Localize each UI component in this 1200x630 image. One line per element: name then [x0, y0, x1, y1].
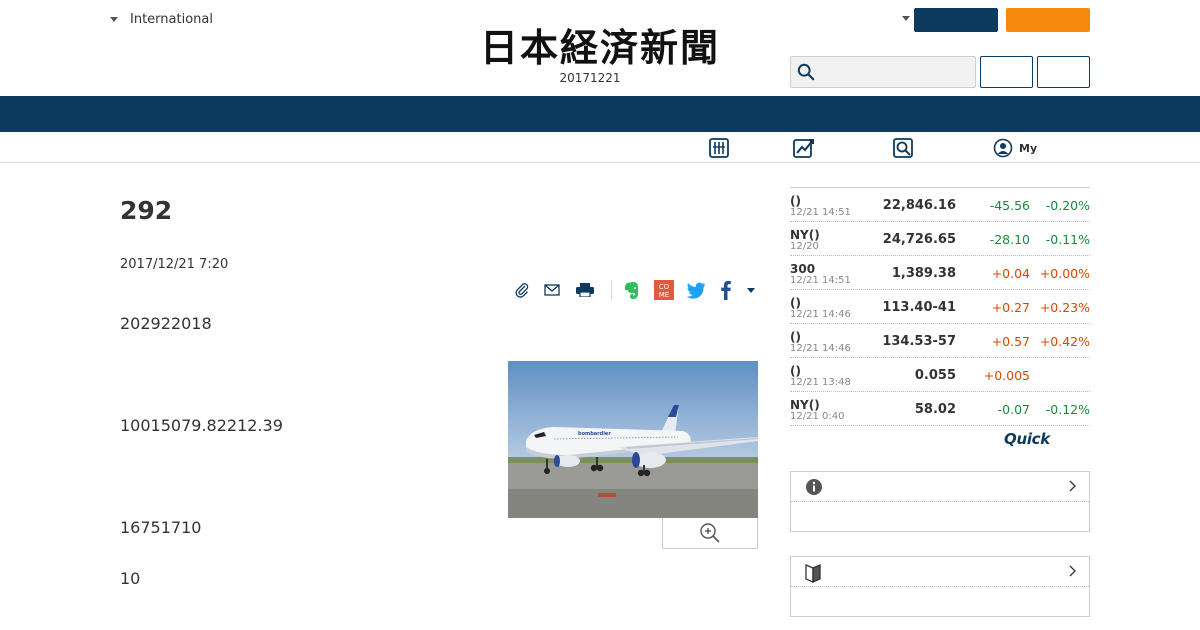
sidebar-box-header[interactable]: [791, 557, 1089, 587]
chevron-right-icon: [1069, 480, 1076, 492]
evernote-icon[interactable]: [622, 278, 642, 302]
subnav-search[interactable]: [892, 137, 914, 159]
market-time: 12/21 14:46: [790, 309, 851, 320]
market-change-pct: +0.42%: [1039, 334, 1090, 349]
market-value: 24,726.65: [882, 232, 956, 247]
market-change: -45.56: [989, 198, 1030, 213]
twitter-icon[interactable]: [684, 278, 708, 302]
site-logo[interactable]: 日本経済新聞: [452, 28, 748, 68]
market-name: (): [790, 296, 801, 310]
subnav-my-label: My: [1019, 141, 1038, 155]
article-date: 2017/12/21 7:20: [120, 257, 229, 272]
market-name: (): [790, 330, 801, 344]
chart-trend-icon: [793, 139, 814, 158]
market-row[interactable]: () 12/21 14:51 22,846.16 -45.56 -0.20%: [790, 188, 1090, 222]
svg-text:CO: CO: [659, 283, 670, 291]
header-button-2[interactable]: [1037, 56, 1090, 88]
search-doc-icon: [893, 138, 913, 158]
newspaper-grid-icon: [709, 138, 729, 158]
region-label: International: [130, 12, 213, 27]
caret-down-icon: [110, 17, 118, 22]
info-icon: [806, 479, 822, 495]
facebook-icon[interactable]: [716, 278, 736, 302]
print-icon[interactable]: [574, 278, 596, 302]
mail-icon[interactable]: [542, 278, 562, 302]
sidebar-box-header[interactable]: [791, 472, 1089, 502]
article-paragraph: 10: [120, 569, 141, 588]
subnav-markets[interactable]: [792, 137, 816, 159]
market-name: NY(): [790, 398, 820, 412]
market-time: 12/21 14:51: [790, 207, 851, 218]
market-value: 1,389.38: [891, 266, 956, 281]
market-row[interactable]: 300 12/21 14:51 1,389.38 +0.04 +0.00%: [790, 256, 1090, 290]
caret-down-icon[interactable]: [902, 16, 910, 21]
market-row[interactable]: () 12/21 14:46 134.53-57 +0.57 +0.42%: [790, 324, 1090, 358]
come-icon[interactable]: CO ME: [653, 278, 675, 302]
main-nav-bar: [0, 96, 1200, 132]
market-value: 0.055: [914, 368, 956, 383]
search-box[interactable]: [790, 56, 976, 88]
article-paragraph: 16751710: [120, 518, 202, 537]
market-name: (): [790, 364, 801, 378]
market-change-pct: -0.12%: [1045, 402, 1090, 417]
header-button-1[interactable]: [980, 56, 1033, 88]
market-time: 12/21 14:51: [790, 275, 851, 286]
market-change: +0.005: [983, 368, 1030, 383]
market-name: 300: [790, 262, 816, 276]
market-data-table: () 12/21 14:51 22,846.16 -45.56 -0.20% NY() 12…: [790, 187, 1090, 426]
article-photo[interactable]: bombardier: [508, 361, 758, 518]
search-input[interactable]: [821, 59, 971, 85]
photo-zoom-button[interactable]: [662, 518, 758, 549]
market-time: 12/21 0:40: [790, 411, 845, 422]
chevron-right-icon: [1069, 565, 1076, 577]
market-change: +0.04: [991, 266, 1030, 281]
market-change-pct: +0.00%: [1039, 266, 1090, 281]
market-value: 134.53-57: [882, 334, 956, 349]
market-name: NY(): [790, 228, 820, 242]
market-change-pct: -0.11%: [1045, 232, 1090, 247]
beginner-mark-icon: [805, 564, 821, 583]
region-selector[interactable]: International: [110, 12, 213, 27]
market-time: 12/20: [790, 241, 819, 252]
market-value: 22,846.16: [882, 198, 956, 213]
sub-navigation: My: [0, 132, 1200, 163]
market-change: -28.10: [989, 232, 1030, 247]
more-caret-icon[interactable]: [744, 278, 758, 302]
zoom-in-icon: [700, 523, 720, 543]
subnav-my[interactable]: My: [993, 137, 1037, 159]
market-change: -0.07: [997, 402, 1030, 417]
edition-date: 20171221: [559, 71, 621, 85]
market-value: 113.40-41: [882, 300, 956, 315]
market-name: (): [790, 194, 801, 208]
share-bar: CO ME: [508, 278, 760, 302]
market-change: +0.57: [991, 334, 1030, 349]
market-change-pct: -0.20%: [1045, 198, 1090, 213]
market-change-pct: +0.23%: [1039, 300, 1090, 315]
market-change: +0.27: [991, 300, 1030, 315]
login-button[interactable]: [914, 8, 998, 32]
article-paragraph: 202922018: [120, 314, 212, 333]
share-divider: [611, 280, 612, 300]
market-row[interactable]: NY() 12/20 24,726.65 -28.10 -0.11%: [790, 222, 1090, 256]
sidebar-box-info[interactable]: [790, 471, 1090, 532]
svg-text:ME: ME: [659, 291, 669, 299]
clip-icon[interactable]: [512, 278, 532, 302]
market-row[interactable]: NY() 12/21 0:40 58.02 -0.07 -0.12%: [790, 392, 1090, 426]
article-headline: 292: [120, 196, 173, 225]
article-paragraph: 10015079.82212.39: [120, 416, 283, 435]
quick-logo[interactable]: Quick: [1004, 430, 1050, 448]
sidebar-box-beginner[interactable]: [790, 556, 1090, 617]
market-row[interactable]: () 12/21 14:46 113.40-41 +0.27 +0.23%: [790, 290, 1090, 324]
market-time: 12/21 13:48: [790, 377, 851, 388]
svg-text:bombardier: bombardier: [578, 431, 611, 437]
subscribe-button[interactable]: [1006, 8, 1090, 32]
market-row[interactable]: () 12/21 13:48 0.055 +0.005: [790, 358, 1090, 392]
market-value: 58.02: [914, 402, 956, 417]
airplane-photo: bombardier: [508, 361, 758, 518]
search-icon: [797, 63, 815, 81]
user-circle-icon: [993, 138, 1013, 158]
market-time: 12/21 14:46: [790, 343, 851, 354]
subnav-paper[interactable]: [708, 137, 730, 159]
